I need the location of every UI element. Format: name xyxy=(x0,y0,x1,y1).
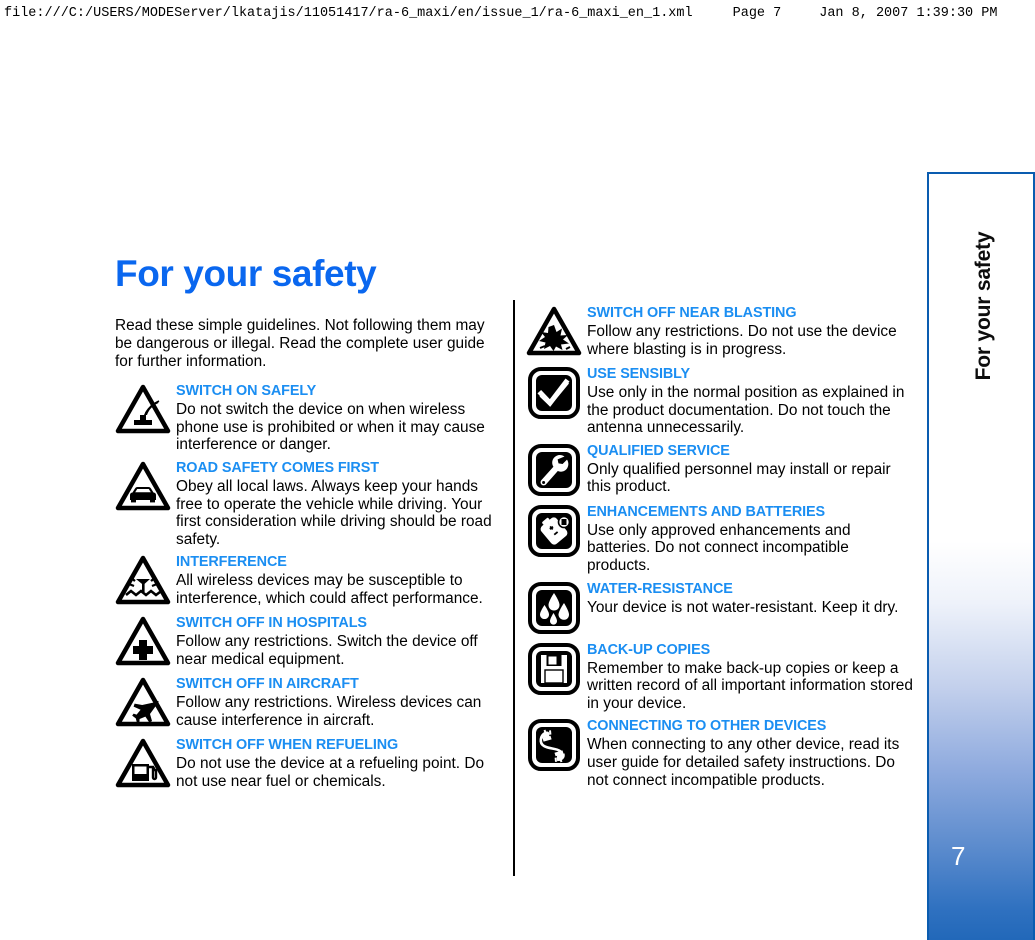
safety-item-heading: INTERFERENCE xyxy=(176,554,287,571)
sidebar-chapter-label: For your safety xyxy=(972,231,995,381)
safety-item-text: ENHANCEMENTS AND BATTERIES Use only appro… xyxy=(587,501,914,575)
safety-item-body: Follow any restrictions. Switch the devi… xyxy=(176,633,478,668)
safety-item-body: Only qualified personnel may install or … xyxy=(587,460,891,496)
safety-item: USE SENSIBLY Use only in the normal posit… xyxy=(526,363,914,437)
safety-item-body: Use only approved enhancements and batte… xyxy=(587,521,851,574)
safety-item: BACK-UP COPIES Remember to make back-up c… xyxy=(526,639,914,713)
safety-item-body: Your device is not water-resistant. Keep… xyxy=(587,598,899,616)
safety-item-body: All wireless devices may be susceptible … xyxy=(176,572,483,607)
safety-item-body: Do not switch the device on when wireles… xyxy=(176,401,485,454)
battery-icon xyxy=(526,503,582,559)
page-number: 7 xyxy=(951,841,966,871)
blasting-icon xyxy=(526,304,582,360)
safety-item-text: CONNECTING TO OTHER DEVICES When connecti… xyxy=(587,715,914,789)
print-header-date: Jan 8, 2007 1:39:30 PM xyxy=(819,5,998,21)
safety-item: SWITCH OFF IN AIRCRAFT Follow any restric… xyxy=(115,673,503,731)
safety-item-text: USE SENSIBLY Use only in the normal posit… xyxy=(587,363,914,437)
intro-paragraph: Read these simple guidelines. Not follow… xyxy=(115,317,485,370)
safety-item-body: Obey all local laws. Always keep your ha… xyxy=(176,477,492,548)
safety-item: WATER-RESISTANCE Your device is not water… xyxy=(526,578,914,636)
safety-item-text: SWITCH OFF IN AIRCRAFT Follow any restric… xyxy=(176,673,503,729)
road-safety-icon xyxy=(115,459,171,515)
safety-item-text: SWITCH OFF WHEN REFUELING Do not use the … xyxy=(176,734,503,790)
print-header-page: Page 7 xyxy=(732,5,782,21)
safety-item: INTERFERENCE All wireless devices may be … xyxy=(115,551,503,609)
safety-item-heading: ROAD SAFETY COMES FIRST xyxy=(176,459,379,476)
right-column: SWITCH OFF NEAR BLASTING Follow any restr… xyxy=(526,302,914,792)
page-title: For your safety xyxy=(115,252,377,294)
left-safety-list: SWITCH ON SAFELY Do not switch the device… xyxy=(115,380,503,792)
print-header-url: file:///C:/USERS/MODEServer/lkatajis/110… xyxy=(4,5,693,21)
safety-item-body: Remember to make back-up copies or keep … xyxy=(587,659,913,712)
right-safety-list: SWITCH OFF NEAR BLASTING Follow any restr… xyxy=(526,302,914,789)
safety-item-text: ROAD SAFETY COMES FIRST Obey all local la… xyxy=(176,457,503,548)
safety-item-heading: SWITCH OFF IN HOSPITALS xyxy=(176,615,367,632)
safety-item-heading: BACK-UP COPIES xyxy=(587,641,711,658)
hospital-icon xyxy=(115,614,171,670)
qualified-service-wrench-icon xyxy=(526,442,582,498)
back-up-copies-floppy-icon xyxy=(526,641,582,697)
safety-item: CONNECTING TO OTHER DEVICES When connecti… xyxy=(526,715,914,789)
water-resistance-droplets-icon xyxy=(526,580,582,636)
safety-item-heading: SWITCH OFF WHEN REFUELING xyxy=(176,737,399,754)
safety-item: SWITCH ON SAFELY Do not switch the device… xyxy=(115,380,503,454)
safety-item-heading: USE SENSIBLY xyxy=(587,366,691,382)
interference-icon xyxy=(115,553,171,609)
aircraft-icon xyxy=(115,675,171,731)
safety-item-body: Do not use the device at a refueling poi… xyxy=(176,755,485,790)
safety-content: Read these simple guidelines. Not follow… xyxy=(115,302,915,882)
safety-item-text: SWITCH OFF NEAR BLASTING Follow any restr… xyxy=(587,302,914,358)
safety-item-body: Use only in the normal position as expla… xyxy=(587,384,905,437)
use-sensibly-check-icon xyxy=(526,365,582,421)
safety-item-body: Follow any restrictions. Do not use the … xyxy=(587,323,897,358)
safety-item-text: SWITCH ON SAFELY Do not switch the device… xyxy=(176,380,503,454)
safety-item: SWITCH OFF NEAR BLASTING Follow any restr… xyxy=(526,302,914,360)
safety-item-heading: ENHANCEMENTS AND BATTERIES xyxy=(587,503,826,520)
left-column: Read these simple guidelines. Not follow… xyxy=(115,302,503,795)
chapter-tab-sidebar: For your safety 7 xyxy=(927,172,1035,940)
connecting-devices-plug-icon xyxy=(526,717,582,773)
refueling-icon xyxy=(115,736,171,792)
safety-item-body: Follow any restrictions. Wireless device… xyxy=(176,694,482,729)
safety-item: QUALIFIED SERVICE Only qualified personne… xyxy=(526,440,914,498)
safety-item-text: WATER-RESISTANCE Your device is not water… xyxy=(587,578,914,617)
switch-on-safely-icon xyxy=(115,382,171,438)
safety-item-heading: SWITCH ON SAFELY xyxy=(176,383,317,400)
safety-item-heading: QUALIFIED SERVICE xyxy=(587,442,730,459)
safety-item-text: INTERFERENCE All wireless devices may be … xyxy=(176,551,503,607)
safety-item: ROAD SAFETY COMES FIRST Obey all local la… xyxy=(115,457,503,548)
safety-item: SWITCH OFF WHEN REFUELING Do not use the … xyxy=(115,734,503,792)
safety-item-text: BACK-UP COPIES Remember to make back-up c… xyxy=(587,639,914,713)
safety-item-heading: WATER-RESISTANCE xyxy=(587,580,733,597)
safety-item: ENHANCEMENTS AND BATTERIES Use only appro… xyxy=(526,501,914,575)
print-header-bar: file:///C:/USERS/MODEServer/lkatajis/110… xyxy=(0,0,1035,26)
safety-item-heading: SWITCH OFF NEAR BLASTING xyxy=(587,305,797,321)
safety-item-body: When connecting to any other device, rea… xyxy=(587,736,900,789)
safety-item-text: SWITCH OFF IN HOSPITALS Follow any restri… xyxy=(176,612,503,668)
safety-item: SWITCH OFF IN HOSPITALS Follow any restri… xyxy=(115,612,503,670)
safety-item-heading: CONNECTING TO OTHER DEVICES xyxy=(587,718,827,735)
safety-item-text: QUALIFIED SERVICE Only qualified personne… xyxy=(587,440,914,496)
safety-item-heading: SWITCH OFF IN AIRCRAFT xyxy=(176,676,359,693)
